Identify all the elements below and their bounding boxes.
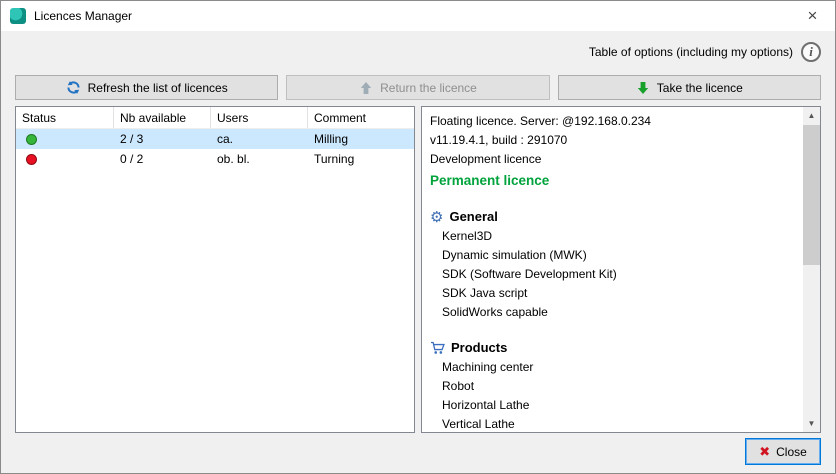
column-header-comment[interactable]: Comment [308,107,414,128]
feature-item: SolidWorks capable [442,303,794,322]
cell-users: ca. [211,129,308,149]
take-button-label: Take the licence [657,81,743,95]
licence-details: Floating licence. Server: @192.168.0.234… [422,107,820,434]
scrollbar-thumb[interactable] [803,125,820,265]
options-row: Table of options (including my options) … [15,37,821,67]
scroll-down-arrow-icon[interactable]: ▼ [803,415,820,432]
column-header-users[interactable]: Users [211,107,308,128]
licence-type-line: Development licence [430,150,794,169]
permanent-licence-line: Permanent licence [430,171,794,191]
feature-item: SDK Java script [442,284,794,303]
gear-icon: ⚙ [430,210,443,225]
version-line: v11.19.4.1, build : 291070 [430,131,794,150]
info-icon: i [809,44,813,60]
cart-icon [430,341,445,355]
window-title: Licences Manager [34,9,132,23]
app-icon [10,8,26,24]
return-button-label: Return the licence [380,81,477,95]
titlebar: Licences Manager × [1,1,835,31]
toolbar: Refresh the list of licences Return the … [15,75,821,100]
window-close-button[interactable]: × [790,1,835,31]
server-line: Floating licence. Server: @192.168.0.234 [430,112,794,131]
product-item: Horizontal Lathe [442,396,794,415]
product-item: Robot [442,377,794,396]
table-row[interactable]: 2 / 3 ca. Milling [16,129,414,149]
details-scrollbar[interactable]: ▲ ▼ [803,107,820,432]
feature-item: Kernel3D [442,227,794,246]
table-header: Status Nb available Users Comment [16,107,414,129]
cell-nb-available: 0 / 2 [114,149,211,169]
return-licence-button[interactable]: Return the licence [286,75,549,100]
cell-comment: Turning [308,149,414,169]
refresh-licences-button[interactable]: Refresh the list of licences [15,75,278,100]
status-red-icon [26,154,37,165]
cell-nb-available: 2 / 3 [114,129,211,149]
options-label: Table of options (including my options) [589,45,793,59]
licences-manager-window: Licences Manager × Table of options (inc… [0,0,836,474]
licences-table: Status Nb available Users Comment 2 / 3 … [15,106,415,433]
cell-users: ob. bl. [211,149,308,169]
refresh-button-label: Refresh the list of licences [88,81,228,95]
info-button[interactable]: i [801,42,821,62]
column-header-nb-available[interactable]: Nb available [114,107,211,128]
arrow-up-icon [359,81,373,95]
take-licence-button[interactable]: Take the licence [558,75,821,100]
close-button[interactable]: ✖ Close [745,438,821,465]
product-item: Machining center [442,358,794,377]
feature-item: Dynamic simulation (MWK) [442,246,794,265]
section-title: Products [451,338,507,358]
section-general: ⚙ General Kernel3D Dynamic simulation (M… [430,207,794,322]
scroll-up-arrow-icon[interactable]: ▲ [803,107,820,124]
product-item: Vertical Lathe [442,415,794,434]
section-products: Products Machining center Robot Horizont… [430,338,794,434]
column-header-status[interactable]: Status [16,107,114,128]
table-row[interactable]: 0 / 2 ob. bl. Turning [16,149,414,169]
close-icon: × [808,6,818,26]
arrow-down-icon [636,81,650,95]
section-title: General [449,207,497,227]
status-green-icon [26,134,37,145]
red-x-icon: ✖ [759,445,770,458]
close-button-label: Close [776,445,807,459]
feature-item: SDK (Software Development Kit) [442,265,794,284]
licence-details-panel: Floating licence. Server: @192.168.0.234… [421,106,821,433]
cell-comment: Milling [308,129,414,149]
refresh-icon [66,80,81,95]
